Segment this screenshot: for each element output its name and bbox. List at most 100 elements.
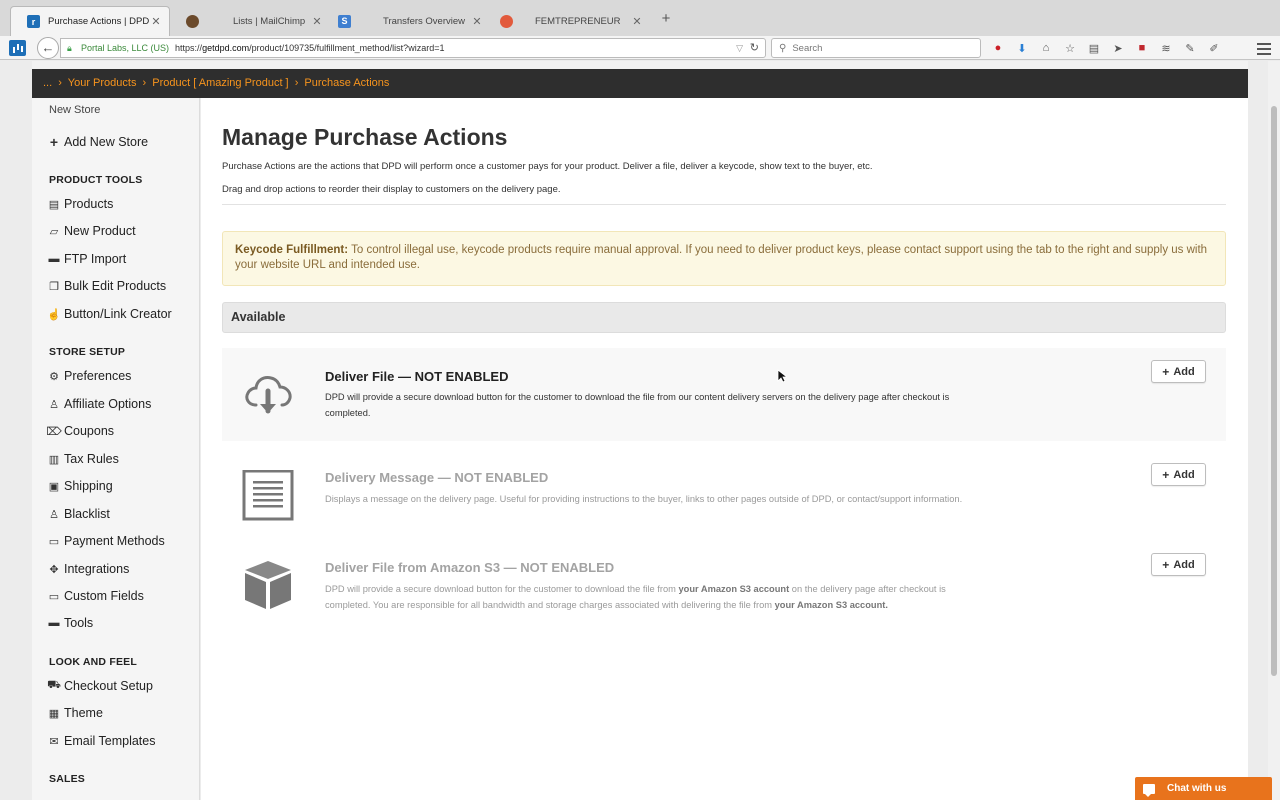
add-delivery-message-button[interactable]: + Add (1151, 463, 1206, 486)
femtrepreneur-favicon-icon (500, 14, 513, 28)
page-title: Manage Purchase Actions (222, 124, 508, 150)
sidebar-item-add-new-store[interactable]: + Add New Store (48, 134, 148, 150)
sidebar-heading-sales: SALES (49, 773, 86, 785)
breadcrumb-product[interactable]: Product [ Amazing Product ] (152, 77, 288, 89)
pinterest-icon[interactable]: ● (990, 40, 1006, 56)
reload-icon[interactable]: ↻ (750, 39, 759, 57)
tab-purchase-actions[interactable]: r Purchase Actions | DPD Sh... ✕ (10, 6, 170, 36)
action-description: DPD will provide a secure download butto… (325, 392, 950, 418)
search-input[interactable]: ⚲ Search (771, 38, 981, 58)
add-deliver-file-button[interactable]: + Add (1151, 360, 1206, 383)
browser-nav-bar: ← 🔒︎ Portal Labs, LLC (US) https://getdp… (0, 36, 1280, 60)
puzzle-icon: ✥ (49, 563, 59, 576)
chat-bubble-icon (1143, 783, 1155, 797)
available-heading: Available (222, 302, 1226, 333)
sidebar-item-shipping[interactable]: ▣ Shipping (48, 479, 113, 493)
toolbox-icon: ▬ (48, 617, 60, 629)
eyedropper-icon[interactable]: ✐ (1206, 40, 1222, 56)
back-button[interactable]: ← (37, 37, 59, 59)
plus-icon: + (1162, 364, 1170, 379)
dropdown-arrow-icon[interactable]: ▽ (736, 39, 743, 57)
action-deliver-file-amazon-s3[interactable]: Deliver File from Amazon S3 — NOT ENABLE… (222, 531, 1226, 626)
page-scrollbar[interactable] (1268, 61, 1280, 800)
sidebar-item-preferences[interactable]: ⚙ Preferences (48, 369, 131, 383)
mailchimp-favicon-icon (186, 14, 199, 28)
user-icon: ♙ (49, 398, 59, 411)
gears-icon: ⚙ (49, 370, 59, 383)
sidebar-item-new-product[interactable]: ▱ New Product (48, 224, 136, 238)
top-strip (32, 61, 1248, 69)
sidebar-item-theme[interactable]: ▦ Theme (48, 706, 103, 720)
sidebar-item-affiliate-options[interactable]: ♙ Affiliate Options (48, 397, 151, 411)
evernote-icon[interactable]: ✎ (1182, 40, 1198, 56)
buffer-stack-icon[interactable]: ≋ (1158, 40, 1174, 56)
mouse-cursor-icon (777, 369, 787, 383)
sidebar-item-tax-rules[interactable]: ▥ Tax Rules (48, 452, 119, 466)
sidebar-item-bulk-edit-products[interactable]: ❐ Bulk Edit Products (48, 279, 166, 293)
drag-drop-hint: Drag and drop actions to reorder their d… (222, 184, 561, 195)
stripe-favicon-icon: S (338, 14, 351, 28)
search-icon: ⚲ (779, 42, 787, 54)
cart-icon: ⛟ (47, 679, 61, 691)
browser-toolbar: ● ⬇ ⌂ ☆ ▤ ➤ ■ ≋ ✎ ✐ (990, 40, 1230, 56)
tab-femtrepreneur[interactable]: FEMTREPRENEUR ✕ (490, 6, 650, 36)
close-tab-icon[interactable]: ✕ (630, 15, 644, 28)
hamburger-menu-icon[interactable] (1257, 40, 1271, 56)
close-tab-icon[interactable]: ✕ (470, 15, 484, 28)
chat-with-us-button[interactable]: Chat with us (1135, 777, 1272, 800)
envelope-icon: ✉ (49, 735, 59, 748)
scroll-thumb[interactable] (1271, 106, 1277, 676)
credit-card-icon: ▭ (48, 535, 60, 548)
sidebar-item-tools[interactable]: ▬ Tools (48, 616, 94, 630)
sidebar-heading-look-and-feel: LOOK AND FEEL (49, 656, 137, 668)
sidebar-item-coupons[interactable]: ⌦ Coupons (46, 424, 114, 438)
bookmark-star-icon[interactable]: ☆ (1062, 40, 1078, 56)
keycode-alert: Keycode Fulfillment: To control illegal … (222, 231, 1226, 286)
sidebar-item-button-link-creator[interactable]: ☝ Button/Link Creator (47, 307, 172, 321)
url-text: https://getdpd.com/product/109735/fulfil… (175, 43, 445, 53)
action-description: Displays a message on the delivery page.… (325, 494, 963, 504)
reading-list-icon[interactable]: ▤ (1086, 40, 1102, 56)
url-bar[interactable]: 🔒︎ Portal Labs, LLC (US) https://getdpd.… (60, 38, 766, 58)
close-tab-icon[interactable]: ✕ (149, 15, 163, 28)
sidebar-item-custom-fields[interactable]: ▭ Custom Fields (48, 589, 144, 603)
main-content: Manage Purchase Actions Purchase Actions… (201, 98, 1248, 800)
book-icon: ▥ (48, 453, 60, 466)
breadcrumb-ellipsis[interactable]: ... (43, 77, 52, 89)
action-title: Deliver File from Amazon S3 — NOT ENABLE… (325, 560, 615, 575)
document-text-icon (242, 470, 294, 521)
tab-transfers[interactable]: S Transfers Overview ✕ (330, 6, 490, 36)
new-tab-button[interactable]: + (658, 10, 674, 27)
breadcrumb-purchase-actions: Purchase Actions (304, 77, 390, 89)
tab-mailchimp[interactable]: Lists | MailChimp ✕ (170, 6, 330, 36)
addon-red-icon[interactable]: ■ (1134, 40, 1150, 56)
plus-icon: + (49, 134, 59, 150)
close-tab-icon[interactable]: ✕ (310, 15, 324, 28)
sidebar-store-name[interactable]: New Store (49, 104, 100, 116)
download-icon[interactable]: ⬇ (1014, 40, 1030, 56)
sidebar-item-checkout-setup[interactable]: ⛟ Checkout Setup (47, 679, 153, 693)
truck-icon: ▣ (48, 480, 60, 493)
sidebar-item-payment-methods[interactable]: ▭ Payment Methods (48, 534, 165, 548)
copy-icon: ❐ (49, 280, 59, 293)
new-document-icon: ▱ (49, 225, 59, 238)
breadcrumb-your-products[interactable]: Your Products (68, 77, 137, 89)
sidebar-item-integrations[interactable]: ✥ Integrations (48, 562, 129, 576)
breadcrumb: ... › Your Products › Product [ Amazing … (32, 69, 1248, 98)
plus-icon: + (1162, 467, 1170, 482)
box-cube-icon (245, 561, 291, 609)
sidebar-item-products[interactable]: ▤ Products (48, 197, 114, 211)
add-amazon-s3-button[interactable]: + Add (1151, 553, 1206, 576)
sidebar-item-email-templates[interactable]: ✉ Email Templates (48, 734, 155, 748)
sidebar-item-ftp-import[interactable]: ▬ FTP Import (48, 252, 127, 266)
send-icon[interactable]: ➤ (1110, 40, 1126, 56)
action-deliver-file[interactable]: Deliver File — NOT ENABLED DPD will prov… (222, 348, 1226, 441)
document-icon: ▤ (48, 198, 60, 211)
site-identity: Portal Labs, LLC (US) (81, 43, 170, 53)
action-delivery-message[interactable]: Delivery Message — NOT ENABLED Displays … (222, 441, 1226, 531)
sidebar-item-blacklist[interactable]: ♙ Blacklist (48, 507, 110, 521)
chart-app-icon[interactable] (9, 40, 26, 56)
home-icon[interactable]: ⌂ (1038, 40, 1054, 56)
plus-icon: + (1162, 557, 1170, 572)
lock-icon: 🔒︎ (67, 43, 72, 53)
